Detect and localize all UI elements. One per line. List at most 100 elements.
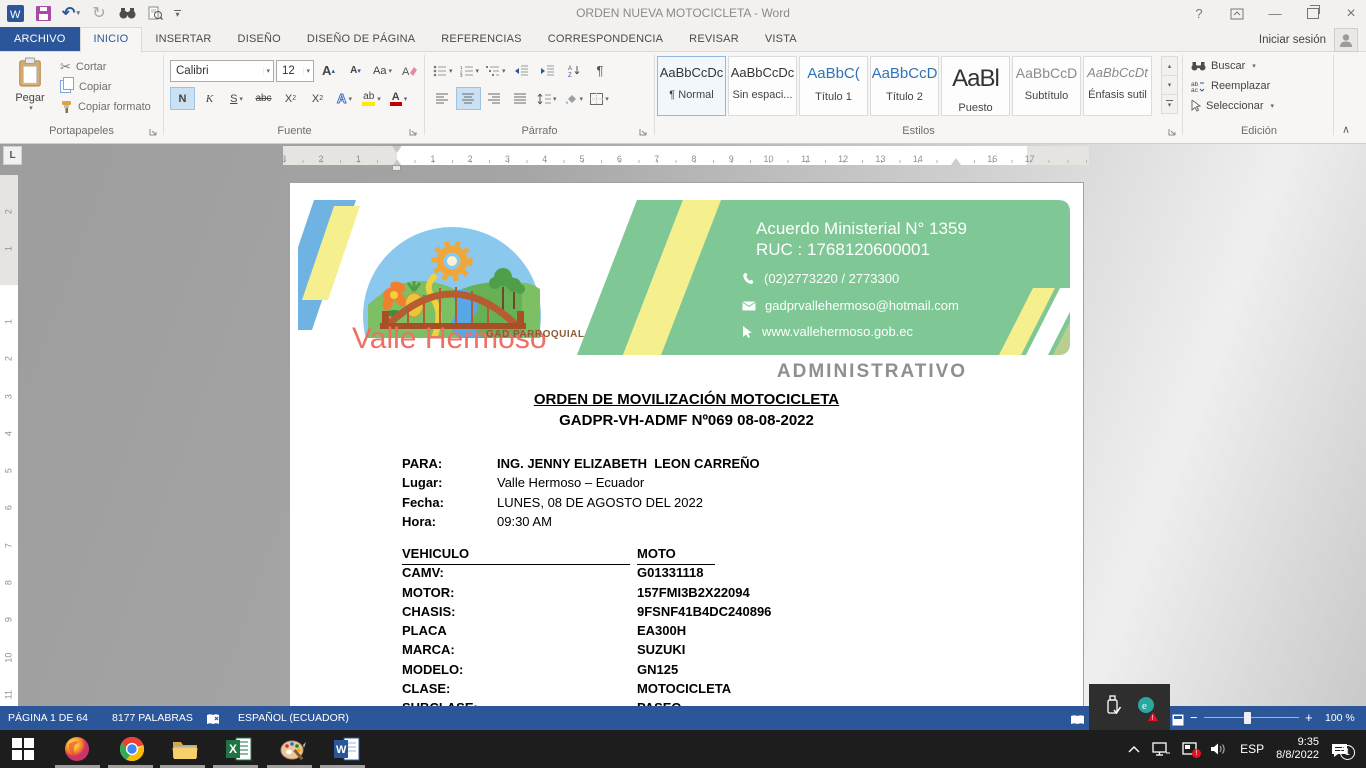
clipboard-dialog-launcher[interactable]: [148, 127, 160, 139]
style-card[interactable]: AaBbCcD Subtítulo: [1012, 56, 1081, 116]
strikethrough-button[interactable]: abc: [251, 87, 276, 110]
underline-button[interactable]: S▾: [224, 87, 249, 110]
sort-button[interactable]: AZ: [562, 59, 587, 82]
cut-button[interactable]: ✂Cortar: [60, 58, 151, 75]
increase-indent-button[interactable]: [536, 59, 561, 82]
speaker-icon[interactable]: [1210, 742, 1228, 756]
left-indent-marker[interactable]: [392, 165, 401, 171]
style-card[interactable]: AaBbCcDc ¶ Normal: [657, 56, 726, 116]
zoom-out-icon[interactable]: −: [1190, 706, 1198, 730]
word-icon[interactable]: W: [334, 736, 360, 762]
change-case-button[interactable]: Aa▾: [370, 59, 395, 82]
paragraph-dialog-launcher[interactable]: [638, 127, 650, 139]
find-binoculars-icon[interactable]: [118, 3, 136, 23]
word-logo-icon[interactable]: W: [6, 3, 24, 23]
find-button[interactable]: Buscar▾: [1191, 57, 1256, 75]
font-color-button[interactable]: A▾: [386, 87, 411, 110]
decrease-indent-button[interactable]: [510, 59, 535, 82]
tab-stop-selector[interactable]: L: [3, 146, 22, 165]
justify-button[interactable]: [508, 87, 533, 110]
clock[interactable]: 9:35 8/8/2022: [1276, 736, 1319, 762]
save-icon[interactable]: [34, 3, 52, 23]
bullets-button[interactable]: ▾: [430, 59, 456, 82]
network-icon[interactable]: [1152, 742, 1170, 756]
styles-dialog-launcher[interactable]: [1167, 127, 1179, 139]
numbering-button[interactable]: 123▾: [457, 59, 483, 82]
font-size-combo[interactable]: 12▾: [276, 60, 314, 82]
shrink-font-button[interactable]: A▾: [343, 59, 368, 82]
shading-button[interactable]: ▾: [561, 87, 587, 110]
font-family-combo[interactable]: Calibri▾: [170, 60, 274, 82]
align-center-button[interactable]: [456, 87, 481, 110]
word-count[interactable]: 8177 PALABRAS: [112, 706, 193, 730]
language-indicator[interactable]: ESPAÑOL (ECUADOR): [238, 706, 349, 730]
align-right-button[interactable]: [482, 87, 507, 110]
multilevel-list-button[interactable]: ▾: [483, 59, 509, 82]
grow-font-button[interactable]: A▴: [316, 59, 341, 82]
ribbon-tab[interactable]: INICIO: [80, 27, 143, 53]
help-icon[interactable]: ?: [1190, 4, 1208, 24]
undo-icon[interactable]: ↶▾: [62, 3, 80, 23]
style-card[interactable]: AaBl Puesto: [941, 56, 1010, 116]
excel-icon[interactable]: X: [226, 736, 252, 762]
style-card[interactable]: AaBbCcDc Sin espaci...: [728, 56, 797, 116]
borders-button[interactable]: ▾: [587, 87, 612, 110]
chrome-icon[interactable]: [119, 736, 145, 762]
zoom-level[interactable]: 100 %: [1325, 706, 1355, 730]
text-effects-button[interactable]: A▾: [332, 87, 357, 110]
paint-icon[interactable]: [280, 736, 306, 762]
style-card[interactable]: AaBbCcDt Énfasis sutil: [1083, 56, 1152, 116]
security-alert-icon[interactable]: !: [1182, 742, 1198, 756]
clear-formatting-button[interactable]: A: [397, 59, 422, 82]
usb-device-icon[interactable]: [1104, 694, 1122, 721]
ribbon-tab[interactable]: REFERENCIAS: [428, 27, 534, 51]
style-card[interactable]: AaBbC( Título 1: [799, 56, 868, 116]
right-indent-marker[interactable]: [951, 158, 961, 165]
eset-antivirus-icon[interactable]: e !: [1137, 696, 1155, 719]
superscript-button[interactable]: X2: [305, 87, 330, 110]
zoom-slider-track[interactable]: [1204, 717, 1299, 718]
ribbon-tab[interactable]: INSERTAR: [142, 27, 224, 51]
subscript-button[interactable]: X2: [278, 87, 303, 110]
page-indicator[interactable]: PÁGINA 1 DE 64: [8, 706, 88, 730]
styles-scroll-up-icon[interactable]: ▴: [1161, 56, 1178, 76]
italic-button[interactable]: K: [197, 87, 222, 110]
close-icon[interactable]: ×: [1342, 4, 1360, 24]
align-left-button[interactable]: [430, 87, 455, 110]
styles-more-icon[interactable]: ▾: [1161, 94, 1178, 114]
first-line-indent-marker[interactable]: [393, 146, 401, 152]
restore-icon[interactable]: [1304, 4, 1322, 24]
ribbon-tab[interactable]: VISTA: [752, 27, 810, 51]
customize-qat-icon[interactable]: ▾: [174, 10, 181, 17]
ribbon-tab[interactable]: CORRESPONDENCIA: [535, 27, 676, 51]
file-explorer-icon[interactable]: [172, 736, 198, 762]
keyboard-language[interactable]: ESP: [1240, 742, 1264, 756]
styles-scroll-down-icon[interactable]: ▾: [1161, 75, 1178, 95]
action-center-icon[interactable]: 1: [1331, 742, 1348, 757]
ribbon-tab[interactable]: REVISAR: [676, 27, 752, 51]
select-button[interactable]: Seleccionar▾: [1191, 97, 1274, 115]
start-button[interactable]: [10, 736, 36, 762]
zoom-in-icon[interactable]: +: [1305, 706, 1313, 730]
collapse-ribbon-icon[interactable]: ∧: [1342, 123, 1350, 136]
format-painter-button[interactable]: Copiar formato: [60, 98, 151, 115]
font-dialog-launcher[interactable]: [408, 127, 420, 139]
replace-button[interactable]: abac Reemplazar: [1191, 77, 1270, 95]
tab-archivo[interactable]: ARCHIVO: [0, 27, 80, 51]
line-spacing-button[interactable]: ▾: [534, 87, 560, 110]
highlight-button[interactable]: ab▾: [359, 87, 384, 110]
style-card[interactable]: AaBbCcD Título 2: [870, 56, 939, 116]
ribbon-tab[interactable]: DISEÑO DE PÁGINA: [294, 27, 428, 51]
ribbon-display-options-icon[interactable]: [1228, 4, 1246, 24]
bold-button[interactable]: N: [170, 87, 195, 110]
redo-icon[interactable]: ↻: [90, 3, 108, 23]
firefox-icon[interactable]: [64, 736, 90, 762]
ribbon-tab[interactable]: DISEÑO: [225, 27, 294, 51]
paste-button[interactable]: Pegar ▾: [6, 56, 54, 122]
zoom-slider-handle[interactable]: [1244, 712, 1251, 724]
copy-button[interactable]: Copiar: [60, 78, 151, 95]
sign-in[interactable]: Iniciar sesión: [1259, 28, 1358, 52]
minimize-icon[interactable]: —: [1266, 4, 1284, 24]
show-paragraph-marks-button[interactable]: ¶: [588, 59, 613, 82]
document-page[interactable]: Valle Hermoso GAD PARROQUIAL Acuerdo Min…: [290, 183, 1083, 706]
